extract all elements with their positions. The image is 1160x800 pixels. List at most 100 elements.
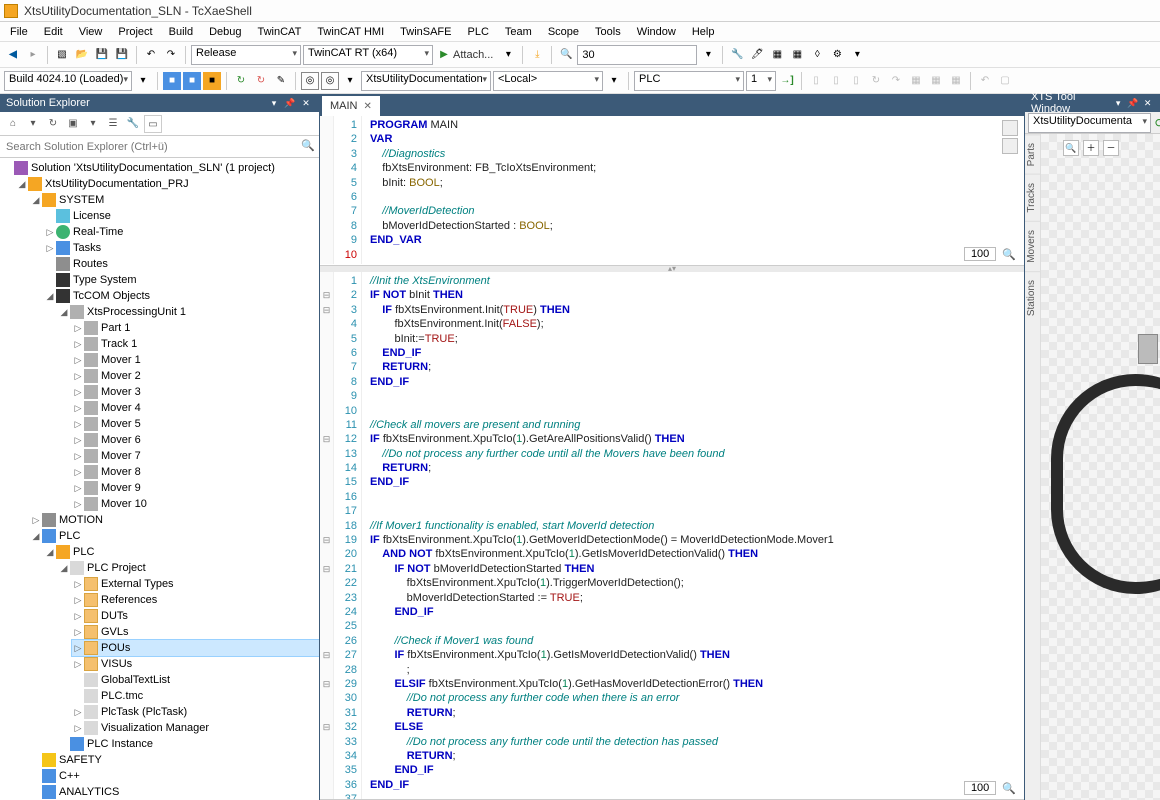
tree-typesystem[interactable]: Type System [44,272,319,288]
menu-file[interactable]: File [2,24,36,40]
grey-a[interactable]: ▯ [807,72,825,90]
scale-display[interactable]: 100 [964,247,996,261]
tree-analytics[interactable]: ANALYTICS [30,784,319,800]
tree-plc-instance[interactable]: PLC Instance [58,736,319,752]
tree-gvls[interactable]: ▷GVLs [72,624,319,640]
tree-pous[interactable]: ▷POUs [72,640,319,656]
inst-combo[interactable]: 1 [746,71,776,91]
solution-explorer-search[interactable]: 🔍 [0,136,319,158]
tab-main[interactable]: MAIN ✕ [322,96,380,116]
target-extra[interactable]: ▾ [605,72,623,90]
grey-d[interactable]: ↻ [867,72,885,90]
tree-external-types[interactable]: ▷External Types [72,576,319,592]
zoom-input[interactable] [577,45,697,65]
xts-zoom-out-icon[interactable]: － [1103,140,1119,156]
xts-tab-movers[interactable]: Movers [1025,221,1040,271]
menu-twinsafe[interactable]: TwinSAFE [392,24,459,40]
tree-realtime[interactable]: ▷Real-Time [44,224,319,240]
xts-zoom-in-icon[interactable]: ＋ [1083,140,1099,156]
tree-part1[interactable]: ▷Part 1 [72,320,319,336]
attach-dropdown[interactable]: ▾ [499,46,517,64]
tree-tasks[interactable]: ▷Tasks [44,240,319,256]
tree-plc-project[interactable]: ◢PLC Project [58,560,319,576]
tc-d-button[interactable]: ✎ [272,72,290,90]
tree-visus[interactable]: ▷VISUs [72,656,319,672]
solution-tree[interactable]: Solution 'XtsUtilityDocumentation_SLN' (… [0,158,319,800]
plc-combo[interactable]: PLC [634,71,744,91]
tree-routes[interactable]: Routes [44,256,319,272]
activate-button[interactable]: ↻ [232,72,250,90]
menu-edit[interactable]: Edit [36,24,71,40]
grey-g[interactable]: ▦ [927,72,945,90]
grey-j[interactable]: ▢ [996,72,1014,90]
tree-mover-10[interactable]: ▷Mover 10 [72,496,319,512]
target-combo[interactable]: <Local> [493,71,603,91]
tree-safety[interactable]: SAFETY [30,752,319,768]
restart-button[interactable]: ↻ [252,72,270,90]
grey-b[interactable]: ▯ [827,72,845,90]
tree-mover-1[interactable]: ▷Mover 1 [72,352,319,368]
undo-button[interactable]: ↶ [142,46,160,64]
xts-tab-parts[interactable]: Parts [1025,134,1040,174]
grey-c[interactable]: ▯ [847,72,865,90]
scale-icon[interactable]: 🔍 [1002,248,1016,261]
tree-mover-5[interactable]: ▷Mover 5 [72,416,319,432]
tool-g-button[interactable]: ▾ [848,46,866,64]
se-home-icon[interactable]: ⌂ [4,115,22,133]
menu-plc[interactable]: PLC [460,24,497,40]
pane-widget-b[interactable] [1002,138,1018,154]
search-icon[interactable]: 🔍 [301,139,315,152]
platform-combo[interactable]: TwinCAT RT (x64) [303,45,433,65]
tree-mover-3[interactable]: ▷Mover 3 [72,384,319,400]
tree-global-text-list[interactable]: GlobalTextList [72,672,319,688]
tree-cpp[interactable]: C++ [30,768,319,784]
step-button[interactable]: ⤓ [528,46,546,64]
se-search-input[interactable] [0,136,319,157]
xts-close-icon[interactable]: ✕ [1141,96,1154,110]
tree-solution[interactable]: Solution 'XtsUtilityDocumentation_SLN' (… [2,160,319,176]
menu-tools[interactable]: Tools [587,24,629,40]
menu-build[interactable]: Build [161,24,201,40]
tree-license[interactable]: License [44,208,319,224]
close-icon[interactable]: ✕ [364,101,372,112]
tree-mover-9[interactable]: ▷Mover 9 [72,480,319,496]
xts-header[interactable]: XTS Tool Window ▾ 📌 ✕ [1025,94,1160,112]
tc-c-button[interactable]: ■ [203,72,221,90]
xts-tab-tracks[interactable]: Tracks [1025,174,1040,221]
nav-back-button[interactable]: ◀ [4,46,22,64]
login-button[interactable]: →] [778,72,796,90]
save-all-button[interactable]: 💾 [113,46,131,64]
xts-tab-stations[interactable]: Stations [1025,271,1040,324]
tree-plc-node[interactable]: ◢PLC [44,544,319,560]
tool-a-button[interactable]: 🔧 [728,46,746,64]
xts-canvas[interactable]: 🔍 ＋ － [1041,134,1160,800]
tool-e-button[interactable]: ◊ [808,46,826,64]
tree-plc-tmc[interactable]: PLC.tmc [72,688,319,704]
open-button[interactable]: 📂 [73,46,91,64]
tc-a-button[interactable]: ■ [163,72,181,90]
declaration-pane[interactable]: 12345678910PROGRAM MAINVAR //Diagnostics… [320,116,1024,266]
tool-b-button[interactable]: 🖊 [748,46,766,64]
menu-help[interactable]: Help [684,24,723,40]
attach-label[interactable]: Attach... [453,49,493,61]
xts-dropdown-icon[interactable]: ▾ [1112,96,1125,110]
menu-project[interactable]: Project [110,24,160,40]
build-combo[interactable]: Build 4024.10 (Loaded) [4,71,132,91]
tree-mover-6[interactable]: ▷Mover 6 [72,432,319,448]
tree-mover-8[interactable]: ▷Mover 8 [72,464,319,480]
tree-plctask[interactable]: ▷PlcTask (PlcTask) [72,704,319,720]
solution-explorer-header[interactable]: Solution Explorer ▾ 📌 ✕ [0,94,319,112]
xts-project-combo[interactable]: XtsUtilityDocumenta [1028,113,1151,133]
tc-target1-button[interactable]: ◎ [301,72,319,90]
tc-b-button[interactable]: ■ [183,72,201,90]
xts-zoom-fit-icon[interactable]: 🔍 [1063,140,1079,156]
grey-e[interactable]: ↷ [887,72,905,90]
menu-debug[interactable]: Debug [201,24,249,40]
se-wrench-icon[interactable]: 🔧 [124,115,142,133]
menu-scope[interactable]: Scope [540,24,587,40]
build-dd[interactable]: ▾ [134,72,152,90]
tree-mover-7[interactable]: ▷Mover 7 [72,448,319,464]
panel-pin-icon[interactable]: 📌 [283,96,297,110]
menu-twincat[interactable]: TwinCAT [250,24,310,40]
tree-motion[interactable]: ▷MOTION [30,512,319,528]
